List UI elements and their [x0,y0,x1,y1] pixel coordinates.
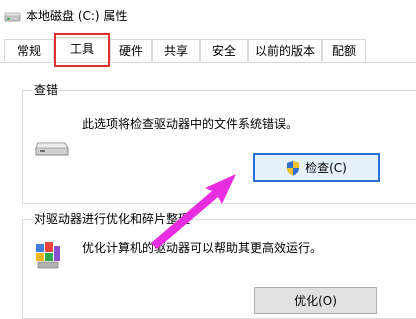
check-button[interactable]: 检查(C) [253,153,380,182]
tab-previous-versions[interactable]: 以前的版本 [248,39,322,61]
tab-quota[interactable]: 配额 [322,39,366,61]
window-title: 本地磁盘 (C:) 属性 [26,9,128,23]
optimize-title: 对驱动器进行优化和碎片整理 [33,211,192,227]
tab-label: 以前的版本 [254,44,315,58]
drive-icon [35,142,69,156]
tab-label: 安全 [211,44,236,58]
tab-sharing[interactable]: 共享 [152,39,200,61]
check-button-label: 检查(C) [305,161,347,175]
tab-hardware[interactable]: 硬件 [110,39,152,61]
title-bar: 本地磁盘 (C:) 属性 [0,0,416,34]
uac-shield-icon [287,160,300,175]
optimize-group: 对驱动器进行优化和碎片整理 优化计算机的驱动器可以帮助其更高效运行。 优化(O) [22,211,416,319]
error-check-group: 查错 此选项将检查驱动器中的文件系统错误。 检查(C) [22,82,416,204]
tab-general[interactable]: 常规 [4,39,54,61]
tab-panel-tools: 查错 此选项将检查驱动器中的文件系统错误。 检查(C) 对驱动器进行优化和碎片整… [0,62,416,319]
tab-label: 配额 [331,44,356,58]
defrag-icon [36,242,60,269]
drive-icon [4,12,21,22]
tab-label: 常规 [16,44,41,58]
optimize-button[interactable]: 优化(O) [254,287,377,314]
optimize-description: 优化计算机的驱动器可以帮助其更高效运行。 [82,241,323,255]
highlight-box [54,33,110,67]
tab-label: 硬件 [118,44,143,58]
tab-security[interactable]: 安全 [200,39,248,61]
optimize-button-label: 优化(O) [294,294,337,308]
error-check-title: 查错 [33,82,60,98]
error-check-description: 此选项将检查驱动器中的文件系统错误。 [82,117,299,131]
tab-label: 共享 [163,44,188,58]
